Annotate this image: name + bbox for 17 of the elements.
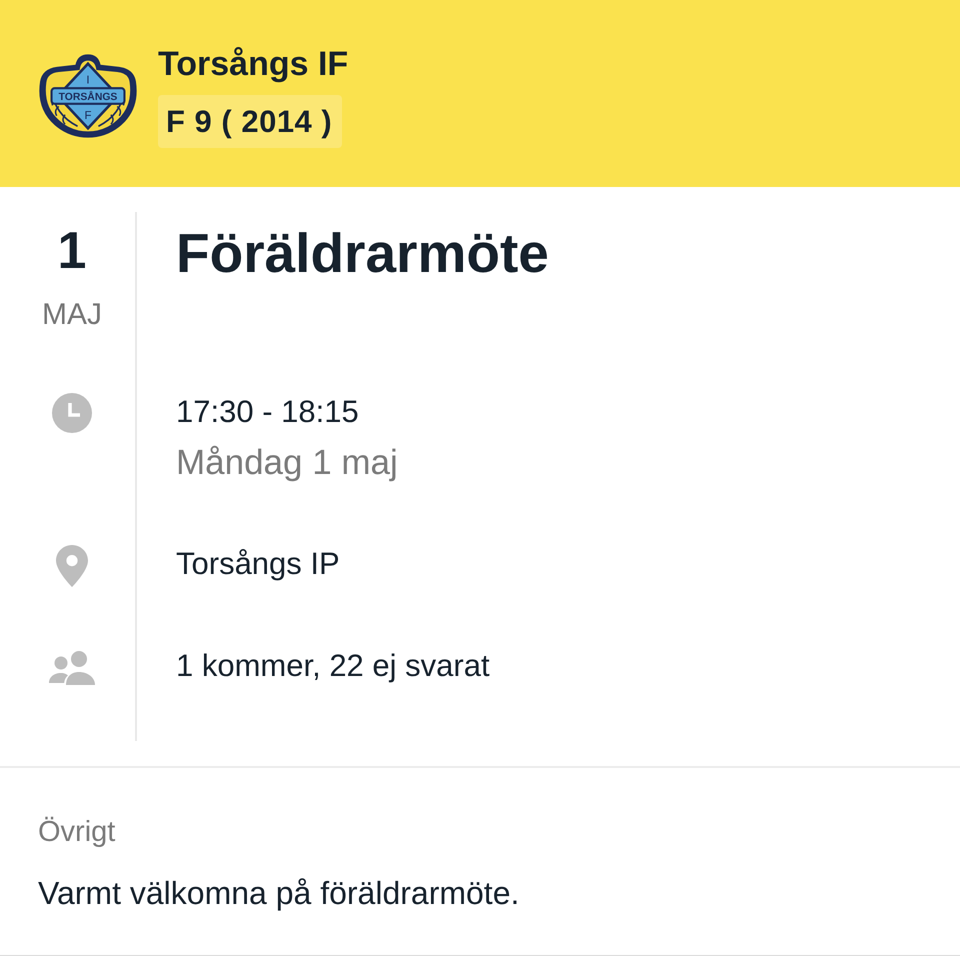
logo-letter: F xyxy=(84,110,92,122)
logo-letter: I xyxy=(86,74,90,86)
logo-text: TORSÅNGS xyxy=(58,92,118,104)
clock-icon xyxy=(52,393,92,433)
event-day: 1 xyxy=(58,221,86,281)
attendance-summary: 1 kommer, 22 ej svarat xyxy=(176,647,490,685)
people-icon xyxy=(49,651,95,685)
event-location: Torsångs IP xyxy=(176,545,340,583)
notes-heading: Övrigt xyxy=(38,815,116,850)
notes-text: Varmt välkomna på föräldrarmöte. xyxy=(38,874,520,913)
team-tag: F 9 ( 2014 ) xyxy=(158,95,342,148)
event-title: Föräldrarmöte xyxy=(176,221,549,285)
event-date: Måndag 1 maj xyxy=(176,442,398,484)
location-pin-icon xyxy=(56,545,88,587)
team-name: Torsångs IF xyxy=(158,44,348,84)
event-time: 17:30 - 18:15 xyxy=(176,393,359,431)
event-month: MAJ xyxy=(42,297,102,333)
